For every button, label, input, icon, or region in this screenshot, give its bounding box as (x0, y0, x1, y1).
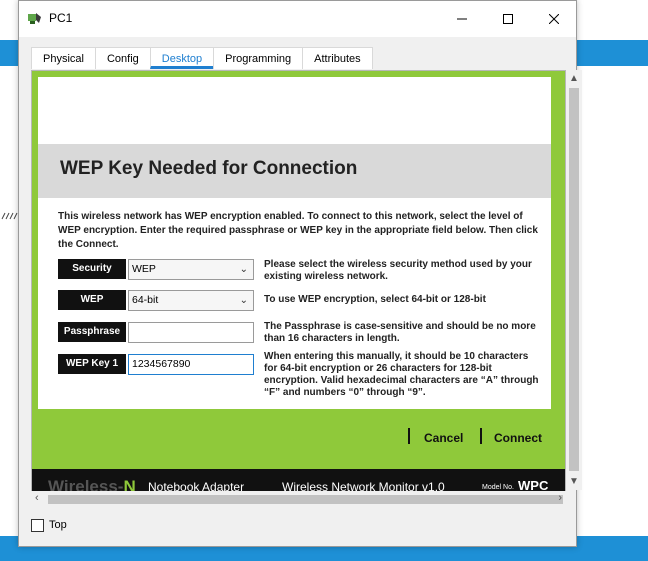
desktop-viewport: WEP Key Needed for Connection This wirel… (31, 70, 566, 505)
close-icon (549, 14, 559, 24)
dialog-description: This wireless network has WEP encryption… (58, 211, 538, 250)
scroll-right-icon[interactable]: › (558, 492, 562, 504)
connect-button[interactable]: Connect (494, 431, 542, 445)
wep-key1-help: When entering this manually, it should b… (264, 351, 539, 398)
tab-programming[interactable]: Programming (213, 47, 304, 69)
wep-key1-label: WEP Key 1 (58, 354, 126, 374)
title-bar[interactable]: PC1 (19, 1, 576, 37)
passphrase-input[interactable] (128, 322, 254, 343)
tab-desktop[interactable]: Desktop (149, 47, 215, 69)
scroll-left-icon[interactable]: ‹ (35, 492, 39, 504)
close-button[interactable] (531, 1, 577, 37)
wep-value: 64-bit (132, 294, 159, 306)
security-select[interactable]: WEP ⌄ (128, 259, 254, 280)
vertical-scroll-thumb[interactable] (569, 88, 579, 471)
passphrase-label: Passphrase (58, 322, 126, 342)
window-title: PC1 (49, 11, 73, 25)
button-divider (480, 428, 482, 444)
passphrase-help: The Passphrase is case-sensitive and sho… (264, 321, 536, 344)
tab-physical[interactable]: Physical (31, 47, 96, 69)
model-label: Model No. (482, 484, 514, 491)
top-checkbox-label: Top (49, 519, 67, 531)
scroll-down-icon[interactable]: ▼ (569, 476, 579, 487)
top-checkbox[interactable] (31, 519, 44, 532)
tab-bar: Physical Config Desktop Programming Attr… (31, 47, 373, 69)
security-help: Please select the wireless security meth… (264, 259, 532, 282)
pc1-window: PC1 Physical Config Desktop Programming … (18, 0, 582, 547)
minimize-button[interactable] (439, 1, 485, 37)
minimize-icon (457, 18, 467, 20)
horizontal-scrollbar[interactable]: ‹ › (31, 491, 566, 507)
chevron-down-icon: ⌄ (239, 295, 248, 306)
chevron-down-icon: ⌄ (239, 264, 248, 275)
wep-help: To use WEP encryption, select 64-bit or … (264, 294, 486, 305)
dialog-header: WEP Key Needed for Connection (38, 142, 551, 198)
scroll-up-icon[interactable]: ▲ (569, 73, 579, 84)
dialog-heading: WEP Key Needed for Connection (60, 158, 358, 179)
vertical-scrollbar[interactable]: ▲ ▼ (566, 70, 582, 490)
wep-key1-input[interactable]: 1234567890 (128, 354, 254, 375)
wep-label: WEP (58, 290, 126, 310)
pc-icon (28, 13, 41, 24)
maximize-icon (503, 14, 513, 24)
wireless-monitor-page: WEP Key Needed for Connection This wirel… (32, 71, 565, 504)
wep-panel: WEP Key Needed for Connection This wirel… (38, 77, 551, 409)
tab-config[interactable]: Config (94, 47, 151, 69)
horizontal-scroll-thumb[interactable] (48, 495, 563, 504)
button-divider (408, 428, 410, 444)
security-value: WEP (132, 263, 156, 275)
tab-attributes[interactable]: Attributes (302, 47, 373, 69)
wep-select[interactable]: 64-bit ⌄ (128, 290, 254, 311)
cancel-button[interactable]: Cancel (424, 431, 463, 445)
security-label: Security (58, 259, 126, 279)
maximize-button[interactable] (485, 1, 531, 37)
